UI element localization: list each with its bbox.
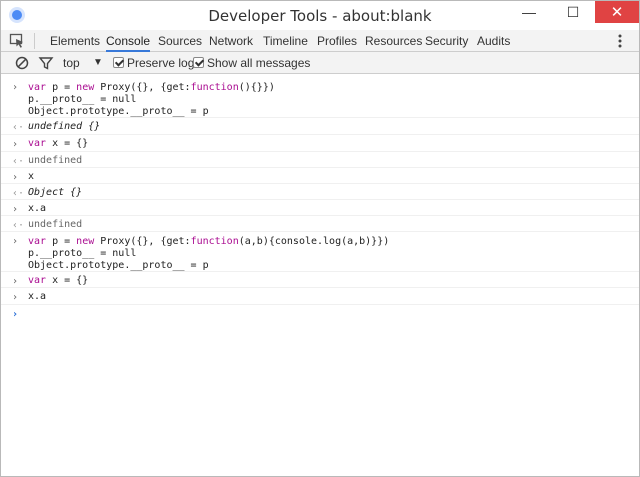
console-input-row: › x.a <box>1 288 639 305</box>
console-prompt[interactable]: › <box>1 305 639 323</box>
maximize-button[interactable]: ☐ <box>551 1 595 23</box>
result-text: undefined <box>28 219 83 230</box>
code-line: x.a <box>28 203 47 214</box>
code-line: Object.prototype.__proto__ = p <box>28 260 209 271</box>
console-input-row: › var x = {} <box>1 135 639 152</box>
panel-tab-bar: Elements Console Sources Network Timelin… <box>1 30 639 52</box>
output-chevron-icon: ‹· <box>12 156 25 167</box>
close-button[interactable]: ✕ <box>595 1 639 23</box>
context-dropdown-icon[interactable]: ▼ <box>93 52 103 74</box>
tab-security[interactable]: Security <box>425 30 468 52</box>
tab-elements[interactable]: Elements <box>50 30 100 52</box>
minimize-icon: — <box>522 4 536 20</box>
tab-separator <box>34 33 35 49</box>
filter-icon[interactable] <box>38 55 54 71</box>
console-result-row: ‹· Object {} <box>1 184 639 200</box>
show-all-messages-checkbox[interactable] <box>193 57 204 68</box>
code-line: x.a <box>28 291 47 302</box>
inspect-element-icon[interactable] <box>9 33 25 49</box>
maximize-icon: ☐ <box>566 3 580 20</box>
show-all-messages-label: Show all messages <box>207 56 311 70</box>
input-chevron-icon: › <box>12 236 19 247</box>
console-input-row: › x <box>1 168 639 184</box>
console-result-row: ‹· undefined {} <box>1 118 639 135</box>
console-result-row: ‹· undefined <box>1 216 639 232</box>
console-result-row: ‹· undefined <box>1 152 639 168</box>
context-selector[interactable]: top <box>63 52 80 74</box>
code-line: var x = {} <box>28 275 89 286</box>
code-line: var p = new Proxy({}, {get:function(a,b)… <box>28 236 390 247</box>
input-chevron-icon: › <box>12 204 19 215</box>
code-line: Object.prototype.__proto__ = p <box>28 106 209 117</box>
preserve-log-checkbox[interactable] <box>113 57 124 68</box>
code-line: var p = new Proxy({}, {get:function(){}}… <box>28 82 275 93</box>
result-text: undefined {} <box>28 121 101 132</box>
result-text: undefined <box>28 155 83 166</box>
input-chevron-icon: › <box>12 172 19 183</box>
code-line: p.__proto__ = null <box>28 94 137 105</box>
clear-console-icon[interactable] <box>14 55 30 71</box>
tab-network[interactable]: Network <box>209 30 253 52</box>
input-chevron-icon: › <box>12 139 19 150</box>
input-chevron-icon: › <box>12 276 19 287</box>
input-chevron-icon: › <box>12 82 19 93</box>
console-input-row: › var p = new Proxy({}, {get:function(a,… <box>1 232 639 272</box>
code-line: var x = {} <box>28 138 89 149</box>
console-output[interactable]: › var p = new Proxy({}, {get:function(){… <box>1 75 639 476</box>
code-line: x <box>28 171 35 182</box>
more-options-icon[interactable] <box>618 33 622 49</box>
console-input-row: › x.a <box>1 200 639 216</box>
close-icon: ✕ <box>610 4 624 21</box>
minimize-button[interactable]: — <box>507 1 551 23</box>
tab-console[interactable]: Console <box>106 30 151 52</box>
console-input-row: › var p = new Proxy({}, {get:function(){… <box>1 78 639 118</box>
input-chevron-icon: › <box>12 292 19 303</box>
code-line: p.__proto__ = null <box>28 248 137 259</box>
preserve-log-label: Preserve log <box>127 56 195 70</box>
tab-resources[interactable]: Resources <box>365 30 422 52</box>
console-input-row: › var x = {} <box>1 272 639 288</box>
tab-audits[interactable]: Audits <box>477 30 510 52</box>
prompt-chevron-icon: › <box>12 309 19 320</box>
output-chevron-icon: ‹· <box>12 220 25 231</box>
console-toolbar: top ▼ Preserve log Show all messages <box>1 52 639 74</box>
title-bar: Developer Tools - about:blank — ☐ ✕ <box>1 1 639 30</box>
tab-timeline[interactable]: Timeline <box>263 30 308 52</box>
output-chevron-icon: ‹· <box>12 188 25 199</box>
tab-profiles[interactable]: Profiles <box>317 30 357 52</box>
tab-sources[interactable]: Sources <box>158 30 202 52</box>
output-chevron-icon: ‹· <box>12 122 25 133</box>
result-object[interactable]: Object {} <box>28 187 82 199</box>
devtools-window: Developer Tools - about:blank — ☐ ✕ Elem… <box>0 0 640 477</box>
